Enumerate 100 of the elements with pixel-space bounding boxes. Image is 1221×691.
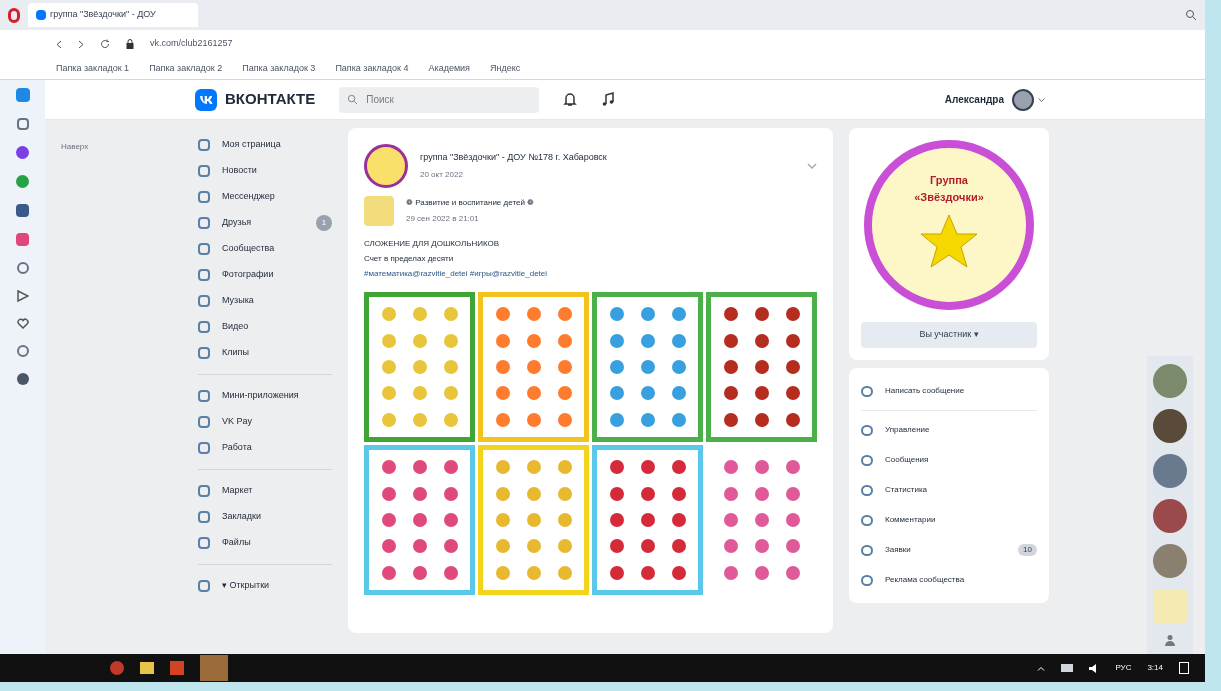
nav-item[interactable]: VK Pay bbox=[190, 409, 340, 435]
heart-icon[interactable] bbox=[16, 318, 29, 329]
menu-item[interactable]: Статистика bbox=[861, 475, 1037, 505]
whatsapp-icon[interactable] bbox=[16, 175, 29, 188]
nav-item[interactable]: Закладки bbox=[190, 504, 340, 530]
vk-icon[interactable] bbox=[16, 204, 29, 217]
browser-logo[interactable] bbox=[8, 7, 20, 23]
menu-item[interactable]: Заявки 10 bbox=[861, 535, 1037, 565]
nav-icon bbox=[198, 580, 210, 592]
worksheet-image[interactable] bbox=[706, 292, 817, 442]
menu-icon bbox=[861, 544, 873, 556]
worksheet-image[interactable] bbox=[592, 292, 703, 442]
nav-icon bbox=[198, 139, 210, 151]
chat-avatar[interactable] bbox=[1153, 364, 1187, 398]
nav-icon bbox=[198, 217, 210, 229]
group-logo: Группа «Звёздочки» bbox=[864, 140, 1034, 310]
messenger-icon[interactable] bbox=[16, 146, 29, 159]
chat-avatar[interactable] bbox=[1153, 454, 1187, 488]
caret-icon[interactable] bbox=[1038, 97, 1045, 102]
chevron-up-icon[interactable] bbox=[1037, 665, 1046, 671]
bookmark[interactable]: Академия bbox=[428, 61, 470, 76]
member-button[interactable]: Вы участник ▾ bbox=[861, 322, 1037, 348]
bookmark[interactable]: Папка закладок 1 bbox=[56, 61, 130, 76]
menu-icon bbox=[861, 514, 873, 526]
chat-avatar[interactable] bbox=[1153, 499, 1187, 533]
nav-item[interactable]: Видео bbox=[190, 314, 340, 340]
search-icon[interactable] bbox=[1185, 9, 1197, 21]
worksheet-image[interactable] bbox=[364, 445, 475, 595]
menu-item[interactable]: Комментарии bbox=[861, 505, 1037, 535]
nav-item[interactable]: Маркет bbox=[190, 478, 340, 504]
counter-badge: 1 bbox=[316, 215, 332, 231]
nav-item[interactable]: Мини-приложения bbox=[190, 383, 340, 409]
clock[interactable]: 3:14 bbox=[1147, 662, 1163, 674]
post-date[interactable]: 20 окт 2022 bbox=[420, 168, 795, 181]
nav-item[interactable]: Новости bbox=[190, 158, 340, 184]
home-icon[interactable] bbox=[16, 118, 29, 130]
nav-item[interactable]: Мессенджер bbox=[190, 184, 340, 210]
chat-avatar[interactable] bbox=[1153, 409, 1187, 443]
app-icon[interactable] bbox=[110, 661, 124, 675]
menu-item[interactable]: Написать сообщение bbox=[861, 376, 1037, 406]
music-icon[interactable] bbox=[601, 92, 616, 107]
menu-item[interactable]: Реклама сообщества bbox=[861, 565, 1037, 595]
repost-author[interactable]: ❁ Развитие и воспитание детей ❁ bbox=[406, 197, 535, 209]
menu-item[interactable]: Сообщения bbox=[861, 445, 1037, 475]
bookmark[interactable]: Папка закладок 4 bbox=[335, 61, 409, 76]
counter-badge: 10 bbox=[1018, 544, 1037, 556]
browser-tab[interactable]: группа "Звёздочки" - ДОУ bbox=[28, 3, 198, 27]
nav-item[interactable]: Музыка bbox=[190, 288, 340, 314]
group-avatar[interactable] bbox=[364, 144, 408, 188]
send-icon[interactable] bbox=[16, 290, 29, 302]
nav-item[interactable]: Работа bbox=[190, 435, 340, 461]
vk-logo[interactable]: ВКОНТАКТЕ bbox=[195, 88, 316, 111]
nav-item[interactable]: Фотографии bbox=[190, 262, 340, 288]
post-text: СЛОЖЕНИЕ ДЛЯ ДОШКОЛЬНИКОВ bbox=[364, 238, 501, 250]
chat-avatar[interactable] bbox=[1153, 544, 1187, 578]
nav-icon bbox=[198, 347, 210, 359]
worksheet-image[interactable] bbox=[364, 292, 475, 442]
bookmark[interactable]: Папка закладок 3 bbox=[242, 61, 316, 76]
app-icon[interactable] bbox=[15, 88, 30, 102]
menu-icon bbox=[861, 454, 873, 466]
nav-icon bbox=[198, 537, 210, 549]
bookmark[interactable]: Папка закладок 2 bbox=[149, 61, 223, 76]
nav-icon bbox=[198, 321, 210, 333]
nav-icon bbox=[198, 511, 210, 523]
nav-icon bbox=[198, 243, 210, 255]
repost-date: 29 сен 2022 в 21:01 bbox=[406, 213, 480, 225]
language-indicator[interactable]: РУС bbox=[1115, 662, 1132, 674]
search-icon bbox=[347, 94, 359, 105]
nav-icon bbox=[198, 269, 210, 281]
bookmark[interactable]: Яндекс bbox=[490, 61, 521, 76]
search-field[interactable]: Поиск bbox=[339, 86, 540, 113]
nav-item[interactable]: ▾ Открытки bbox=[190, 573, 340, 599]
reload-icon[interactable] bbox=[100, 39, 110, 49]
nav-item[interactable]: Друзья 1 bbox=[190, 210, 340, 236]
nav-icon bbox=[198, 295, 210, 307]
address-bar[interactable]: vk.com/club2161257 bbox=[150, 37, 233, 51]
nav-item[interactable]: Сообщества bbox=[190, 236, 340, 262]
post-text: Счет в пределах десяти bbox=[364, 253, 455, 265]
menu-item[interactable]: Управление bbox=[861, 415, 1037, 445]
user-name[interactable]: Александра bbox=[944, 92, 1004, 107]
worksheet-image[interactable] bbox=[592, 445, 703, 595]
nav-item[interactable]: Клипы bbox=[190, 340, 340, 366]
search-input[interactable]: Поиск bbox=[366, 92, 527, 107]
nav-item[interactable]: Файлы bbox=[190, 530, 340, 556]
scroll-up-link[interactable]: Наверх bbox=[61, 142, 89, 151]
back-icon[interactable] bbox=[56, 39, 62, 49]
chevron-icon[interactable] bbox=[807, 163, 817, 169]
menu-icon bbox=[861, 385, 873, 397]
worksheet-image[interactable] bbox=[478, 292, 589, 442]
notifications-icon[interactable] bbox=[1179, 662, 1189, 674]
nav-icon bbox=[198, 191, 210, 203]
contacts-icon[interactable] bbox=[1164, 634, 1176, 646]
post-author[interactable]: группа "Звёздочки" - ДОУ №178 г. Хабаровск bbox=[420, 151, 795, 165]
nav-item[interactable]: Моя страница bbox=[190, 132, 340, 158]
bell-icon[interactable] bbox=[563, 92, 578, 107]
network-icon[interactable] bbox=[1061, 664, 1074, 672]
instagram-icon[interactable] bbox=[16, 233, 29, 246]
forward-icon[interactable] bbox=[78, 39, 84, 49]
hashtags[interactable]: #математика@razvitie_detei #игры@razvitie_detei bbox=[364, 268, 817, 280]
user-avatar[interactable] bbox=[1012, 88, 1034, 111]
